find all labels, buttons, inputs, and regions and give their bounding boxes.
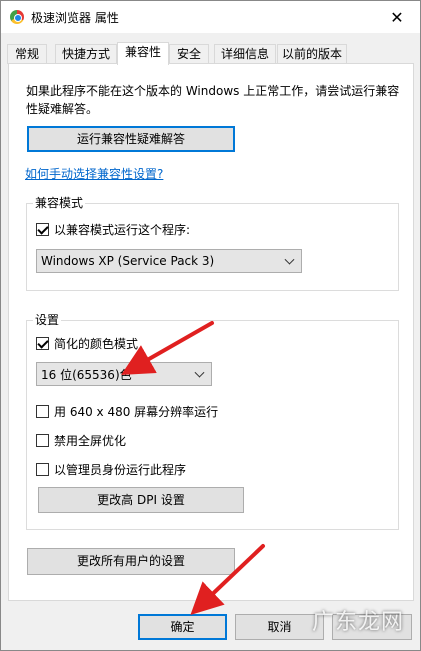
chevron-down-icon (194, 367, 205, 378)
res-640-row[interactable]: 用 640 x 480 屏幕分辨率运行 (36, 403, 218, 420)
cancel-button[interactable]: 取消 (235, 614, 324, 640)
properties-window: 极速浏览器 属性 ✕ 常规 快捷方式 兼容性 安全 详细信息 以前的版本 如果此… (0, 0, 421, 651)
settings-label: 设置 (33, 312, 62, 328)
intro-text: 如果此程序不能在这个版本的 Windows 上正常工作，请尝试运行兼容性疑难解答… (26, 84, 400, 116)
change-dpi-button[interactable]: 更改高 DPI 设置 (38, 487, 244, 513)
tab-compatibility[interactable]: 兼容性 (117, 42, 169, 65)
os-version-select[interactable]: Windows XP (Service Pack 3) (36, 249, 302, 273)
res-640-checkbox[interactable] (36, 405, 49, 418)
manual-settings-link[interactable]: 如何手动选择兼容性设置? (25, 165, 163, 182)
color-mode-value: 16 位(65536)色 (41, 367, 132, 382)
compat-mode-checkbox[interactable] (36, 223, 49, 236)
troubleshoot-button[interactable]: 运行兼容性疑难解答 (27, 126, 235, 152)
ok-button[interactable]: 确定 (138, 614, 227, 640)
run-admin-checkbox[interactable] (36, 463, 49, 476)
tab-shortcut[interactable]: 快捷方式 (55, 44, 117, 64)
watermark: 广东龙网 (311, 610, 404, 635)
compatibility-panel: 如果此程序不能在这个版本的 Windows 上正常工作，请尝试运行兼容性疑难解答… (8, 63, 414, 601)
title-bar: 极速浏览器 属性 ✕ (1, 1, 420, 33)
os-version-value: Windows XP (Service Pack 3) (41, 254, 215, 268)
run-admin-row[interactable]: 以管理员身份运行此程序 (36, 461, 186, 478)
browser-app-icon (10, 10, 24, 24)
close-button[interactable]: ✕ (374, 1, 420, 33)
tab-details[interactable]: 详细信息 (214, 44, 276, 64)
compat-mode-group: 兼容模式 以兼容模式运行这个程序: Windows XP (Service Pa… (26, 195, 399, 291)
tab-general[interactable]: 常规 (7, 44, 47, 64)
compat-mode-checkbox-label: 以兼容模式运行这个程序: (54, 223, 191, 237)
reduced-color-checkbox[interactable] (36, 337, 49, 350)
change-all-users-button[interactable]: 更改所有用户的设置 (27, 548, 235, 575)
reduced-color-label: 简化的颜色模式 (54, 337, 139, 351)
color-mode-select[interactable]: 16 位(65536)色 (36, 362, 212, 386)
chevron-down-icon (284, 254, 295, 265)
disable-fullscreen-row[interactable]: 禁用全屏优化 (36, 432, 126, 449)
compat-mode-label: 兼容模式 (33, 195, 86, 211)
run-admin-label: 以管理员身份运行此程序 (54, 463, 187, 477)
disable-fullscreen-checkbox[interactable] (36, 434, 49, 447)
window-title: 极速浏览器 属性 (31, 11, 119, 25)
tab-previous-versions[interactable]: 以前的版本 (277, 44, 347, 64)
settings-group: 设置 简化的颜色模式 16 位(65536)色 用 640 x 480 屏幕分辨… (26, 312, 399, 530)
reduced-color-row[interactable]: 简化的颜色模式 (36, 335, 138, 352)
tab-security[interactable]: 安全 (169, 44, 209, 64)
compat-mode-checkbox-row[interactable]: 以兼容模式运行这个程序: (36, 221, 190, 238)
disable-fullscreen-label: 禁用全屏优化 (54, 434, 127, 448)
res-640-label: 用 640 x 480 屏幕分辨率运行 (54, 405, 219, 419)
